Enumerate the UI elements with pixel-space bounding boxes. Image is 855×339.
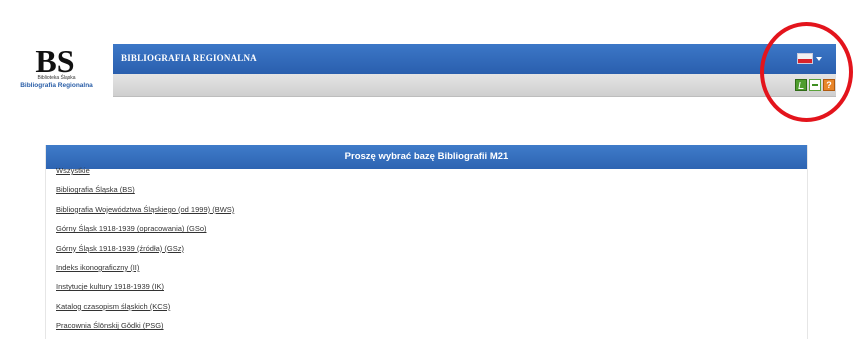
logo-mark: BS: [35, 46, 74, 76]
database-link-all[interactable]: Wszystkie: [56, 161, 234, 180]
toolbar: [113, 74, 836, 97]
logo-institution: Biblioteka Śląska: [37, 75, 76, 81]
database-link-gsz[interactable]: Górny Śląsk 1918-1939 (źródła) (GSz): [56, 239, 234, 258]
database-link-kcs[interactable]: Katalog czasopism śląskich (KCS): [56, 297, 234, 316]
database-link-bs[interactable]: Bibliografia Śląska (BS): [56, 180, 234, 199]
app-title: BIBLIOGRAFIA REGIONALNA: [121, 53, 257, 63]
svg-text:BS: BS: [35, 46, 74, 76]
help-icon[interactable]: ?: [823, 79, 835, 91]
database-link-ii[interactable]: Indeks ikonograficzny (II): [56, 258, 234, 277]
database-link-gso[interactable]: Górny Śląsk 1918-1939 (opracowania) (GSo…: [56, 219, 234, 238]
header-bar: BIBLIOGRAFIA REGIONALNA: [113, 44, 836, 74]
database-link-ik[interactable]: Instytucje kultury 1918-1939 (IK): [56, 277, 234, 296]
database-panel: Proszę wybrać bazę Bibliografii M21 Wszy…: [45, 145, 808, 339]
export-icon[interactable]: [809, 79, 821, 91]
database-link-bws[interactable]: Bibliografia Województwa Śląskiego (od 1…: [56, 200, 234, 219]
edit-icon[interactable]: [795, 79, 807, 91]
database-list: Wszystkie Bibliografia Śląska (BS) Bibli…: [56, 161, 234, 336]
chevron-down-icon: [816, 57, 822, 61]
logo-title: Bibliografia Regionalna: [20, 82, 93, 89]
database-link-psg[interactable]: Pracownia Ślōnskij Gŏdki (PSG): [56, 316, 234, 335]
language-selector[interactable]: [797, 51, 823, 67]
site-logo[interactable]: BS Biblioteka Śląska Bibliografia Region…: [0, 42, 113, 98]
flag-icon: [797, 53, 813, 64]
